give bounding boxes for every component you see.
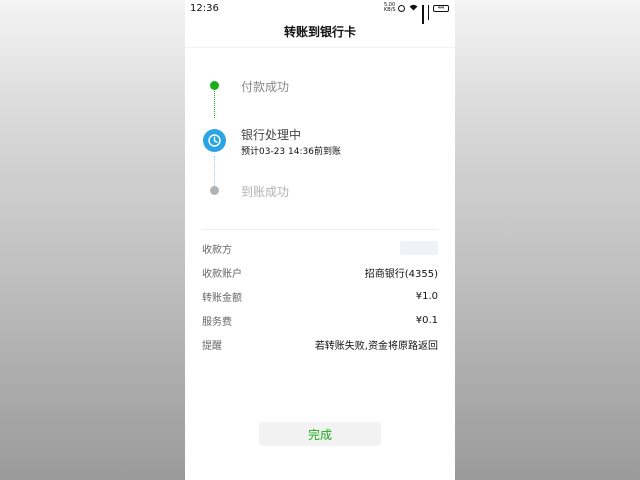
step-arrived-label: 到账成功	[241, 185, 290, 199]
payee-name-redacted	[400, 241, 438, 255]
step-pending-dot	[210, 186, 219, 195]
phone-screen: 12:36 5.00 KB/S 44 转账到银行卡 付款成功 银行处理中 预计0…	[185, 0, 455, 480]
transfer-details: 收款方 收款账户 招商银行(4355) 转账金额 ¥1.0 服务费 ¥0.1 提…	[202, 236, 438, 356]
detail-value: 若转账失败,资金将原路返回	[314, 340, 438, 352]
step-processing-eta: 预计03-23 14:36前到账	[241, 147, 341, 157]
detail-key: 收款账户	[202, 268, 242, 280]
detail-key: 服务费	[202, 316, 232, 328]
detail-row-payee: 收款方	[202, 236, 438, 260]
detail-row-account: 收款账户 招商银行(4355)	[202, 260, 438, 284]
detail-row-amount: 转账金额 ¥1.0	[202, 284, 438, 308]
detail-key: 转账金额	[202, 292, 242, 304]
battery-icon: 44	[433, 4, 449, 12]
timeline-connector	[214, 156, 215, 190]
alarm-icon	[398, 4, 405, 12]
divider	[202, 229, 438, 230]
transfer-timeline: 付款成功 银行处理中 预计03-23 14:36前到账 到账成功	[185, 48, 455, 228]
network-speed: 5.00 KB/S	[384, 3, 396, 13]
detail-value: ¥0.1	[415, 314, 438, 326]
network-speed-unit: KB/S	[384, 7, 396, 13]
status-icons: 5.00 KB/S 44	[384, 3, 449, 24]
signal-icon	[422, 4, 424, 24]
detail-key: 提醒	[202, 340, 222, 352]
clock-icon	[203, 129, 226, 152]
detail-value: 招商银行(4355)	[364, 268, 438, 280]
timeline-connector	[214, 88, 215, 118]
detail-key: 收款方	[202, 244, 232, 256]
nav-bar: 转账到银行卡	[185, 16, 455, 48]
detail-value: ¥1.0	[415, 290, 438, 302]
step-paid-label: 付款成功	[241, 80, 290, 94]
step-processing-label: 银行处理中	[241, 128, 302, 142]
step-done-dot	[210, 81, 219, 90]
signal-icon	[427, 4, 429, 20]
detail-row-fee: 服务费 ¥0.1	[202, 308, 438, 332]
status-bar: 12:36 5.00 KB/S 44	[185, 0, 455, 24]
page-title: 转账到银行卡	[283, 25, 356, 39]
detail-row-reminder: 提醒 若转账失败,资金将原路返回	[202, 332, 438, 356]
wifi-icon	[409, 4, 418, 13]
status-time: 12:36	[190, 2, 219, 14]
done-button[interactable]: 完成	[259, 422, 381, 446]
